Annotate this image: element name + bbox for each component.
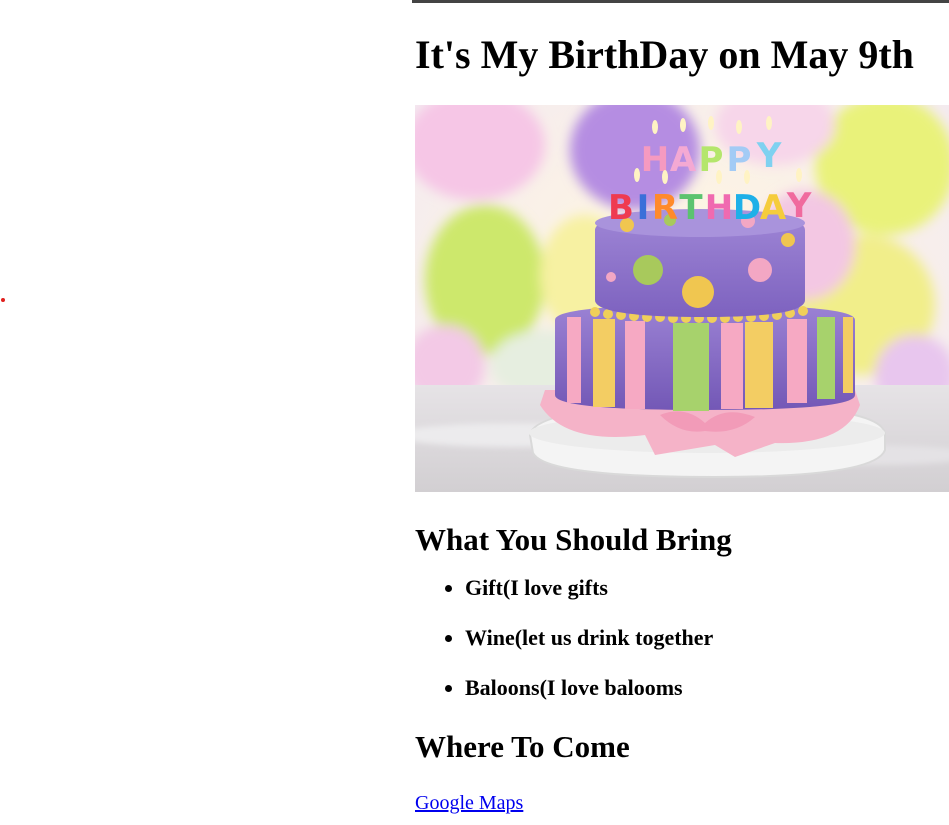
page: It's My BirthDay on May 9th H A P P Y B … (0, 0, 949, 825)
google-maps-link[interactable]: Google Maps (415, 791, 523, 815)
svg-text:D: D (733, 188, 761, 228)
svg-text:Y: Y (786, 186, 812, 226)
birthday-cake-image: H A P P Y B I R T H D A Y (415, 105, 949, 492)
svg-text:H: H (705, 188, 733, 228)
list-item: Gift(I love gifts (465, 575, 949, 601)
svg-text:R: R (652, 188, 678, 228)
main-content: It's My BirthDay on May 9th H A P P Y B … (412, 0, 949, 815)
svg-text:A: A (670, 140, 697, 180)
page-title: It's My BirthDay on May 9th (415, 32, 914, 77)
svg-text:A: A (760, 188, 787, 228)
red-dot-marker (1, 298, 5, 302)
list-item: Wine(let us drink together (465, 625, 949, 651)
svg-text:T: T (679, 188, 703, 228)
svg-text:B: B (608, 188, 634, 228)
bring-section-title: What You Should Bring (415, 522, 732, 557)
list-item: Baloons(I love balooms (465, 675, 949, 701)
svg-text:I: I (637, 188, 650, 228)
svg-text:Y: Y (756, 136, 782, 176)
where-section-title: Where To Come (415, 729, 630, 764)
top-divider (412, 0, 949, 3)
bring-list: Gift(I love gifts Wine(let us drink toge… (412, 575, 949, 701)
